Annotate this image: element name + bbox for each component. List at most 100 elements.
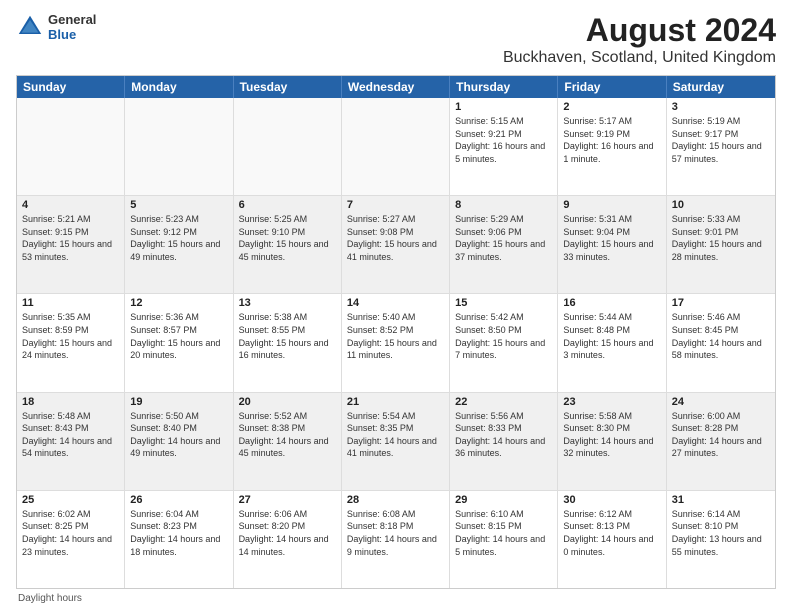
title-block: August 2024 Buckhaven, Scotland, United … (503, 12, 776, 67)
cell-text: Sunrise: 5:50 AMSunset: 8:40 PMDaylight:… (130, 410, 227, 460)
cell-text: Sunrise: 5:17 AMSunset: 9:19 PMDaylight:… (563, 115, 660, 165)
day-number: 17 (672, 297, 770, 309)
calendar-cell: 22 Sunrise: 5:56 AMSunset: 8:33 PMDayligh… (450, 393, 558, 490)
calendar-row: 25Sunrise: 6:02 AMSunset: 8:25 PMDayligh… (17, 491, 775, 588)
cell-text: Sunrise: 5:29 AMSunset: 9:06 PMDaylight:… (455, 213, 552, 263)
calendar-row: 11 Sunrise: 5:35 AMSunset: 8:59 PMDayligh… (17, 294, 775, 392)
day-number: 20 (239, 396, 336, 408)
cell-text: Sunrise: 5:35 AMSunset: 8:59 PMDaylight:… (22, 311, 119, 361)
calendar-cell: 24 Sunrise: 6:00 AMSunset: 8:28 PMDayligh… (667, 393, 775, 490)
cell-text: Sunrise: 5:36 AMSunset: 8:57 PMDaylight:… (130, 311, 227, 361)
day-number: 2 (563, 101, 660, 113)
day-number: 27 (239, 494, 336, 506)
logo-general-text: General (48, 12, 96, 27)
page: General Blue August 2024 Buckhaven, Scot… (0, 0, 792, 612)
calendar-row: 4 Sunrise: 5:21 AMSunset: 9:15 PMDaylight… (17, 196, 775, 294)
calendar-cell: 3 Sunrise: 5:19 AMSunset: 9:17 PMDaylight… (667, 98, 775, 195)
day-number: 10 (672, 199, 770, 211)
page-title: August 2024 (503, 12, 776, 49)
day-number: 15 (455, 297, 552, 309)
cell-text: Sunrise: 6:14 AMSunset: 8:10 PMDaylight:… (672, 508, 770, 558)
calendar-cell: 20 Sunrise: 5:52 AMSunset: 8:38 PMDayligh… (234, 393, 342, 490)
calendar-body: 1 Sunrise: 5:15 AMSunset: 9:21 PMDaylight… (17, 98, 775, 588)
calendar-cell: 25Sunrise: 6:02 AMSunset: 8:25 PMDayligh… (17, 491, 125, 588)
day-number: 29 (455, 494, 552, 506)
calendar-cell (342, 98, 450, 195)
calendar-header-cell: Tuesday (234, 76, 342, 98)
calendar-cell: 14 Sunrise: 5:40 AMSunset: 8:52 PMDayligh… (342, 294, 450, 391)
calendar-header-cell: Wednesday (342, 76, 450, 98)
calendar-header-cell: Sunday (17, 76, 125, 98)
cell-text: Sunrise: 5:25 AMSunset: 9:10 PMDaylight:… (239, 213, 336, 263)
calendar-cell: 7Sunrise: 5:27 AMSunset: 9:08 PMDaylight… (342, 196, 450, 293)
day-number: 19 (130, 396, 227, 408)
calendar-cell: 13 Sunrise: 5:38 AMSunset: 8:55 PMDayligh… (234, 294, 342, 391)
cell-text: Sunrise: 5:21 AMSunset: 9:15 PMDaylight:… (22, 213, 119, 263)
day-number: 28 (347, 494, 444, 506)
logo: General Blue (16, 12, 96, 42)
logo-icon (16, 13, 44, 41)
cell-text: Sunrise: 5:56 AMSunset: 8:33 PMDaylight:… (455, 410, 552, 460)
cell-text: Sunrise: 5:46 AMSunset: 8:45 PMDaylight:… (672, 311, 770, 361)
calendar-cell: 27 Sunrise: 6:06 AMSunset: 8:20 PMDayligh… (234, 491, 342, 588)
calendar-cell: 11 Sunrise: 5:35 AMSunset: 8:59 PMDayligh… (17, 294, 125, 391)
calendar-cell: 9Sunrise: 5:31 AMSunset: 9:04 PMDaylight… (558, 196, 666, 293)
calendar-cell: 4 Sunrise: 5:21 AMSunset: 9:15 PMDaylight… (17, 196, 125, 293)
day-number: 7 (347, 199, 444, 211)
day-number: 8 (455, 199, 552, 211)
calendar-cell: 8 Sunrise: 5:29 AMSunset: 9:06 PMDaylight… (450, 196, 558, 293)
cell-text: Sunrise: 5:42 AMSunset: 8:50 PMDaylight:… (455, 311, 552, 361)
day-number: 24 (672, 396, 770, 408)
footer-text: Daylight hours (18, 593, 82, 604)
logo-blue-text: Blue (48, 27, 96, 42)
cell-text: Sunrise: 5:38 AMSunset: 8:55 PMDaylight:… (239, 311, 336, 361)
cell-text: Sunrise: 6:04 AMSunset: 8:23 PMDaylight:… (130, 508, 227, 558)
calendar-cell: 1 Sunrise: 5:15 AMSunset: 9:21 PMDaylight… (450, 98, 558, 195)
calendar-cell: 5Sunrise: 5:23 AMSunset: 9:12 PMDaylight… (125, 196, 233, 293)
day-number: 5 (130, 199, 227, 211)
calendar-cell (234, 98, 342, 195)
calendar-cell: 28Sunrise: 6:08 AMSunset: 8:18 PMDayligh… (342, 491, 450, 588)
day-number: 9 (563, 199, 660, 211)
header: General Blue August 2024 Buckhaven, Scot… (16, 12, 776, 67)
calendar-cell: 19 Sunrise: 5:50 AMSunset: 8:40 PMDayligh… (125, 393, 233, 490)
cell-text: Sunrise: 6:00 AMSunset: 8:28 PMDaylight:… (672, 410, 770, 460)
day-number: 6 (239, 199, 336, 211)
day-number: 21 (347, 396, 444, 408)
cell-text: Sunrise: 5:19 AMSunset: 9:17 PMDaylight:… (672, 115, 770, 165)
logo-text: General Blue (48, 12, 96, 42)
day-number: 18 (22, 396, 119, 408)
calendar-cell (125, 98, 233, 195)
calendar-cell: 29 Sunrise: 6:10 AMSunset: 8:15 PMDayligh… (450, 491, 558, 588)
day-number: 30 (563, 494, 660, 506)
day-number: 4 (22, 199, 119, 211)
cell-text: Sunrise: 5:15 AMSunset: 9:21 PMDaylight:… (455, 115, 552, 165)
day-number: 14 (347, 297, 444, 309)
day-number: 13 (239, 297, 336, 309)
calendar-header-cell: Monday (125, 76, 233, 98)
day-number: 16 (563, 297, 660, 309)
cell-text: Sunrise: 5:48 AMSunset: 8:43 PMDaylight:… (22, 410, 119, 460)
cell-text: Sunrise: 5:58 AMSunset: 8:30 PMDaylight:… (563, 410, 660, 460)
cell-text: Sunrise: 6:12 AMSunset: 8:13 PMDaylight:… (563, 508, 660, 558)
calendar-cell: 21Sunrise: 5:54 AMSunset: 8:35 PMDayligh… (342, 393, 450, 490)
day-number: 26 (130, 494, 227, 506)
calendar-cell: 17 Sunrise: 5:46 AMSunset: 8:45 PMDayligh… (667, 294, 775, 391)
day-number: 22 (455, 396, 552, 408)
cell-text: Sunrise: 6:06 AMSunset: 8:20 PMDaylight:… (239, 508, 336, 558)
day-number: 1 (455, 101, 552, 113)
calendar-cell: 16Sunrise: 5:44 AMSunset: 8:48 PMDayligh… (558, 294, 666, 391)
cell-text: Sunrise: 5:40 AMSunset: 8:52 PMDaylight:… (347, 311, 444, 361)
day-number: 3 (672, 101, 770, 113)
cell-text: Sunrise: 5:52 AMSunset: 8:38 PMDaylight:… (239, 410, 336, 460)
day-number: 23 (563, 396, 660, 408)
calendar-header-cell: Thursday (450, 76, 558, 98)
day-number: 25 (22, 494, 119, 506)
cell-text: Sunrise: 6:10 AMSunset: 8:15 PMDaylight:… (455, 508, 552, 558)
calendar-cell: 26 Sunrise: 6:04 AMSunset: 8:23 PMDayligh… (125, 491, 233, 588)
calendar-cell: 30 Sunrise: 6:12 AMSunset: 8:13 PMDayligh… (558, 491, 666, 588)
calendar-cell: 10Sunrise: 5:33 AMSunset: 9:01 PMDayligh… (667, 196, 775, 293)
calendar-cell: 6 Sunrise: 5:25 AMSunset: 9:10 PMDaylight… (234, 196, 342, 293)
day-number: 11 (22, 297, 119, 309)
calendar-cell: 15 Sunrise: 5:42 AMSunset: 8:50 PMDayligh… (450, 294, 558, 391)
